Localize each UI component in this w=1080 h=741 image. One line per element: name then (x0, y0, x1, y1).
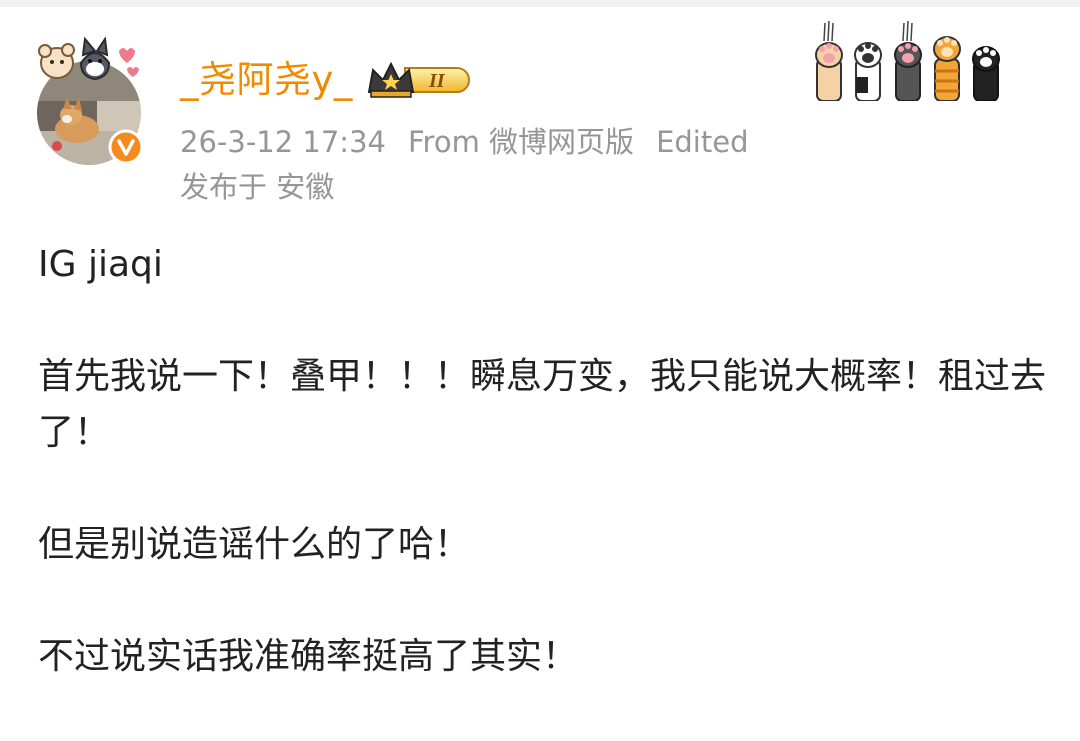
weibo-post: _尧阿尧y_ II 26-3-12 17:34 From 微博网页版 Edited … (0, 7, 1080, 716)
vip-level: II (428, 70, 446, 92)
post-paragraph: 但是别说造谣什么的了哈！ (38, 524, 471, 565)
avatar[interactable] (35, 37, 147, 165)
post-header: _尧阿尧y_ II (180, 55, 473, 105)
cat-paws-decoration-icon (815, 20, 1000, 101)
username[interactable]: _尧阿尧y_ (180, 56, 353, 104)
paw-5 (972, 46, 1000, 101)
top-divider (0, 0, 1080, 7)
paw-1 (815, 42, 843, 101)
verified-icon (108, 129, 144, 165)
post-meta: 26-3-12 17:34 From 微博网页版 Edited (180, 122, 770, 162)
location: 发布于 安徽 (180, 170, 335, 204)
post-content: IG jiaqi 首先我说一下！叠甲！！！瞬息万变，我只能说大概率！租过去了！ … (38, 237, 1048, 741)
paw-3 (894, 42, 922, 101)
post-paragraph: IG jiaqi (38, 244, 163, 285)
edited-label[interactable]: Edited (656, 125, 748, 159)
post-paragraph: 不过说实话我准确率挺高了其实！ (38, 636, 579, 677)
timestamp: 26-3-12 17:34 (180, 125, 386, 159)
post-paragraph: 首先我说一下！叠甲！！！瞬息万变，我只能说大概率！租过去了！ (38, 356, 1047, 453)
vip-crown-badge-icon[interactable]: II (365, 58, 473, 102)
avatar-sticker-icon (38, 37, 139, 81)
source: From 微博网页版 (407, 125, 635, 159)
paw-2 (854, 42, 882, 101)
paw-4 (933, 36, 961, 101)
